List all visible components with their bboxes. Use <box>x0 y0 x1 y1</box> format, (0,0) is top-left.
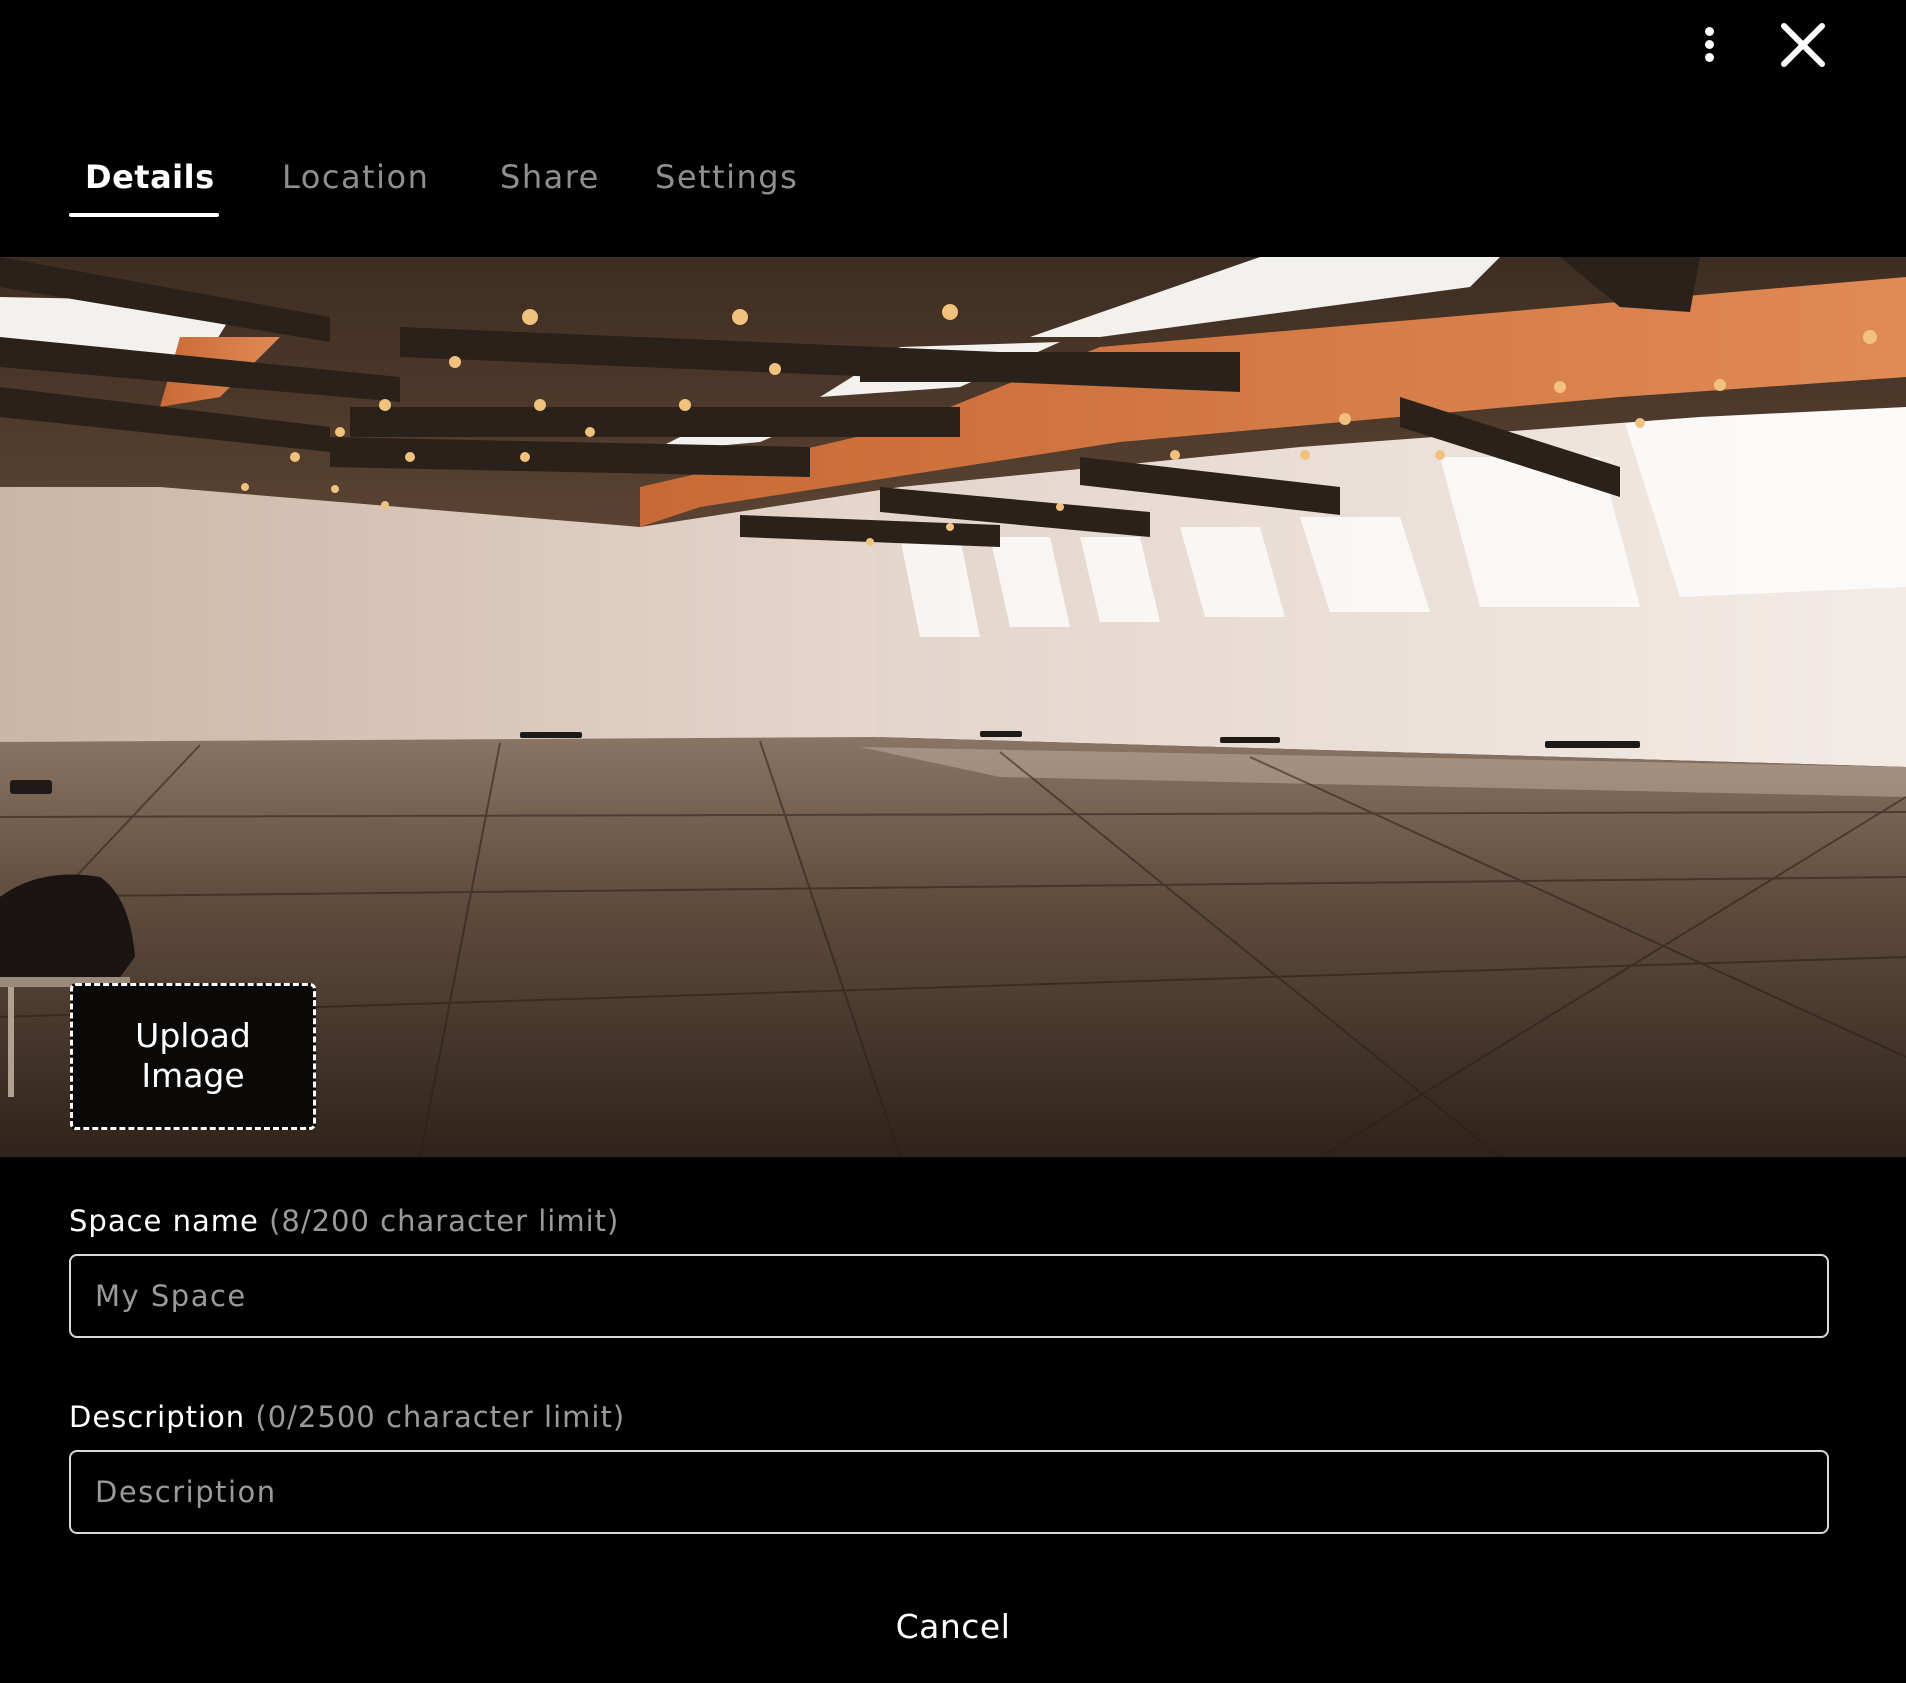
more-options-icon[interactable] <box>1686 20 1734 68</box>
tab-settings[interactable]: Settings <box>655 150 798 218</box>
tab-location-label: Location <box>282 158 430 196</box>
description-label-text: Description <box>69 1400 246 1434</box>
space-name-char-limit: (8/200 character limit) <box>269 1204 620 1238</box>
tab-details[interactable]: Details <box>85 150 215 218</box>
space-cover-image: Upload Image <box>0 257 1906 1157</box>
tab-bar: Details Location Share Settings <box>69 150 869 220</box>
upload-image-label-line1: Upload <box>135 1016 251 1055</box>
tab-settings-label: Settings <box>655 158 799 196</box>
tab-details-label: Details <box>85 158 215 196</box>
upload-image-label-line2: Image <box>141 1056 245 1095</box>
description-label: Description (0/2500 character limit) <box>69 1400 625 1434</box>
space-name-label: Space name (8/200 character limit) <box>69 1204 619 1238</box>
space-name-input[interactable] <box>69 1254 1829 1338</box>
tab-location[interactable]: Location <box>282 150 429 218</box>
tab-share-label: Share <box>500 158 600 196</box>
active-tab-indicator <box>69 213 219 217</box>
upload-image-button[interactable]: Upload Image <box>70 983 316 1130</box>
tab-share[interactable]: Share <box>500 150 600 218</box>
close-icon[interactable] <box>1776 18 1830 72</box>
space-name-label-text: Space name <box>69 1204 259 1238</box>
description-input[interactable] <box>69 1450 1829 1534</box>
cancel-button[interactable]: Cancel <box>853 1598 1053 1654</box>
description-char-limit: (0/2500 character limit) <box>255 1400 626 1434</box>
